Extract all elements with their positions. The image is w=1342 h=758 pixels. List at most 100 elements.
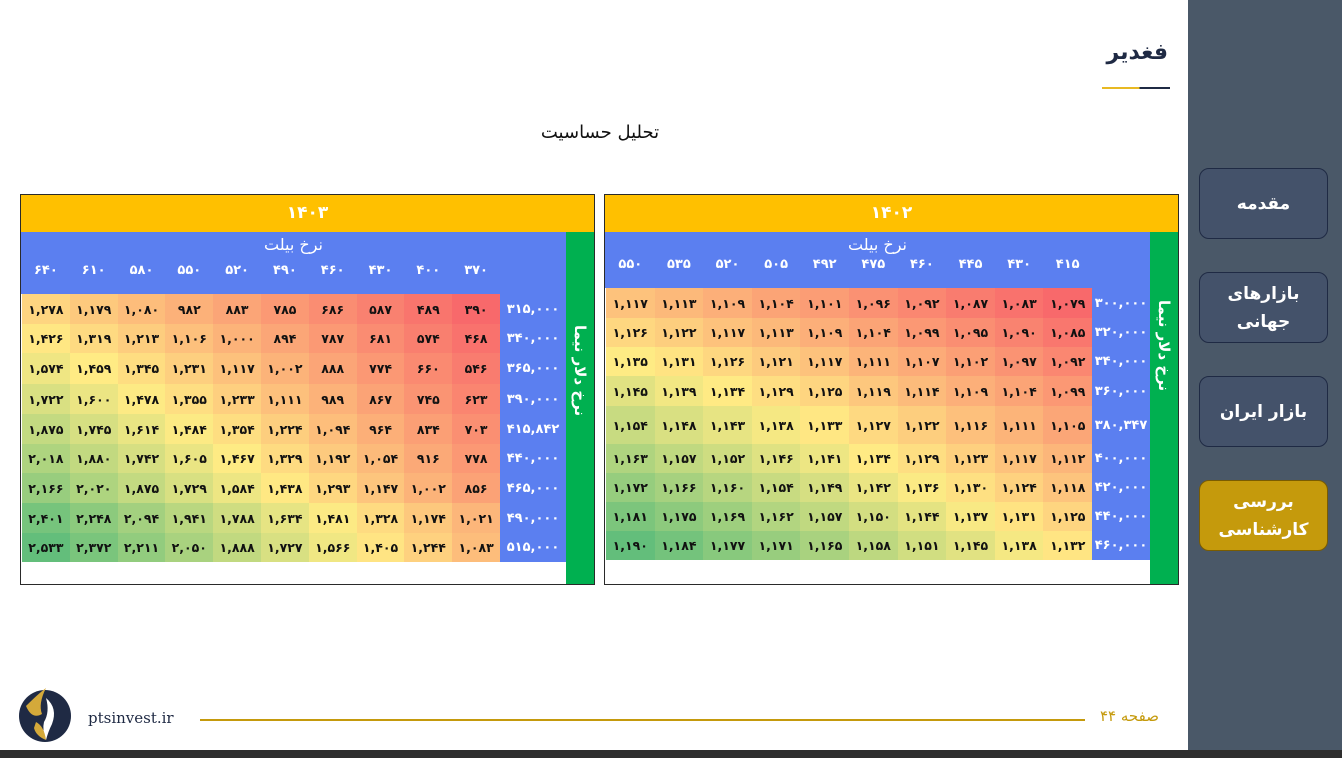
table-cell: ۱,۱۴۹: [800, 473, 849, 502]
table-cell: ۱,۱۲۴: [994, 473, 1044, 502]
table-cell: ۵۷۴: [404, 324, 453, 353]
table-cell: ۱,۱۳۱: [654, 347, 704, 376]
table-cell: ۹۸۲: [165, 294, 214, 324]
table-cell: ۶۲۳: [452, 384, 500, 414]
table-cell: ۱,۸۷۵: [117, 473, 166, 503]
table-cell: ۷۷۸: [452, 444, 500, 473]
table-cell: ۲,۰۵۰: [165, 533, 214, 562]
table-cell: ۱,۷۲۹: [165, 473, 214, 503]
table-cell: ۱,۱۱۴: [897, 376, 947, 406]
column-header-cell: ۴۶۰: [910, 257, 934, 272]
row-header-cell: ۳۲۰,۰۰۰: [1092, 318, 1150, 347]
table-cell: ۱,۱۰۴: [849, 318, 898, 347]
row-header-cell: ۴۴۰,۰۰۰: [1092, 502, 1150, 531]
table-cell: ۱,۱۱۳: [654, 288, 704, 318]
table-cell: ۱,۶۳۴: [261, 503, 309, 533]
column-header-cell: ۵۲۰: [715, 257, 740, 272]
table-cell: ۱,۱۶۹: [703, 502, 752, 531]
table-cell: ۱,۱۵۷: [654, 444, 704, 473]
nav-global-markets-button[interactable]: بازارهای جهانی: [1199, 272, 1328, 343]
table-cell: ۱,۱۲۷: [849, 406, 898, 444]
column-title: نرخ بیلت: [848, 235, 907, 254]
table-cell: ۱,۹۴۱: [165, 503, 214, 533]
table-cell: ۱,۰۹۲: [1043, 347, 1092, 376]
table-cell: ۱,۰۹۷: [994, 347, 1044, 376]
table-cell: ۱,۰۹۹: [897, 318, 947, 347]
table-cell: ۱,۰۸۳: [994, 288, 1044, 318]
table-cell: ۱,۱۱۱: [994, 406, 1044, 444]
column-header-cell: ۵۳۵: [667, 257, 691, 272]
company-logo: [19, 688, 71, 742]
table-cell: ۱,۱۰۱: [800, 288, 849, 318]
table-cell: ۷۰۳: [452, 414, 500, 444]
table-cell: ۱,۵۷۴: [22, 353, 70, 384]
table-cell: ۱,۱۱۷: [800, 347, 849, 376]
table-cell: ۱,۶۰۰: [69, 384, 118, 414]
table-cell: ۱,۰۹۹: [1043, 376, 1092, 406]
table-cell: ۱,۲۱۳: [117, 324, 166, 353]
table-cell: ۱,۱۱۷: [703, 318, 752, 347]
footer-divider: [200, 719, 1085, 721]
table-cell: ۱,۱۶۵: [800, 531, 849, 560]
table-cell: ۱,۱۴۴: [897, 502, 947, 531]
table-year-header: ۱۴۰۲: [605, 195, 1178, 232]
table-cell: ۱,۱۷۷: [703, 531, 752, 560]
nav-expert-review-button[interactable]: بررسی کارشناسی: [1199, 480, 1328, 551]
table-cell: ۱,۷۴۵: [69, 414, 118, 444]
table-cell: ۱,۲۷۸: [22, 294, 70, 324]
row-header-cell: ۳۶۰,۰۰۰: [1092, 376, 1150, 406]
table-year-header: ۱۴۰۳: [21, 195, 594, 232]
table-cell: ۱,۰۰۰: [213, 324, 261, 353]
sensitivity-table-1402: ۱۴۰۲ نرخ بیلت نرخ دلار نیما ۴۱۵ ۴۳۰ ۴۴۵ ۴۶۰…: [604, 194, 1179, 585]
table-cell: ۱,۱۳۴: [849, 444, 898, 473]
table-cell: ۱,۱۱۳: [751, 318, 801, 347]
table-cell: ۲,۱۶۶: [22, 473, 70, 503]
table-cell: ۱,۱۷۹: [69, 294, 118, 324]
table-cell: ۱,۸۸۸: [213, 533, 261, 562]
table-cell: ۱,۲۳۳: [213, 384, 261, 414]
table-cell: ۸۹۴: [261, 324, 309, 353]
column-header-cell: ۴۱۵: [1055, 257, 1080, 272]
table-cell: ۱,۰۹۶: [849, 288, 898, 318]
row-header-cell: ۴۱۵,۸۴۲: [500, 414, 566, 444]
table-cell: ۲,۲۴۸: [69, 503, 118, 533]
column-header-cell: ۵۸۰: [129, 263, 154, 278]
table-cell: ۱,۳۵۵: [165, 384, 214, 414]
table-cell: ۱,۷۲۲: [22, 384, 70, 414]
table-cell: ۱,۰۰۲: [261, 353, 309, 384]
table-cell: ۲,۴۰۱: [22, 503, 70, 533]
table-cell: ۹۸۹: [308, 384, 357, 414]
table-cell: ۴۶۸: [452, 324, 500, 353]
table-cell: ۱,۱۵۲: [703, 444, 752, 473]
table-cell: ۱,۱۴۲: [849, 473, 898, 502]
table-cell: ۱,۰۹۵: [946, 318, 995, 347]
table-cell: ۱,۱۷۱: [751, 531, 801, 560]
title-underline: [1102, 87, 1170, 89]
nav-iran-market-button[interactable]: بازار ایران: [1199, 376, 1328, 447]
table-cell: ۱,۱۲۹: [751, 376, 801, 406]
nav-label: بررسی کارشناسی: [1218, 491, 1309, 540]
column-header-cell: ۴۰۰: [416, 263, 441, 278]
table-cell: ۱,۱۲۹: [897, 444, 947, 473]
table-cell: ۱,۳۲۸: [356, 503, 405, 533]
column-header-cell: ۶۴۰: [34, 263, 58, 278]
table-cell: ۱,۰۹۲: [897, 288, 947, 318]
table-cell: ۱,۱۱۷: [213, 353, 261, 384]
column-header-cell: ۴۷۵: [861, 257, 886, 272]
table-cell: ۴۸۹: [404, 294, 453, 324]
table-cell: ۱,۵۸۴: [213, 473, 261, 503]
column-header-cell: ۴۶۰: [320, 263, 345, 278]
table-cell: ۱,۷۴۲: [117, 444, 166, 473]
table-cell: ۱,۱۲۱: [751, 347, 801, 376]
table-cell: ۱,۱۶۰: [703, 473, 752, 502]
table-cell: ۱,۱۱۹: [849, 376, 898, 406]
row-header-cell: ۳۱۵,۰۰۰: [500, 294, 566, 324]
row-header-cell: ۴۶۰,۰۰۰: [1092, 531, 1150, 560]
nav-intro-button[interactable]: مقدمه: [1199, 168, 1328, 239]
website-link[interactable]: ptsinvest.ir: [88, 709, 174, 727]
table-cell: ۱,۱۱۱: [849, 347, 898, 376]
table-cell: ۸۸۳: [213, 294, 261, 324]
table-cell: ۱,۱۳۴: [703, 376, 752, 406]
table-cell: ۱,۱۳۱: [994, 502, 1044, 531]
table-cell: ۱,۱۳۸: [994, 531, 1044, 560]
